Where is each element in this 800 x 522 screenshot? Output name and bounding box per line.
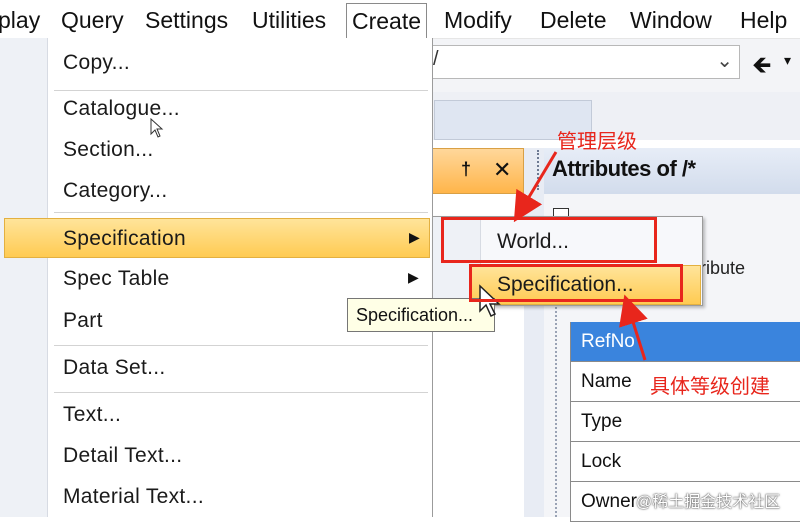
annotation-bottom: 具体等级创建	[650, 376, 770, 398]
arrow-to-world	[513, 151, 558, 223]
arrow-to-specification	[619, 294, 648, 361]
watermark: @稀土掘金技术社区	[636, 494, 781, 511]
annotation-top: 管理层级	[557, 131, 637, 153]
annotation-arrows	[513, 151, 648, 361]
